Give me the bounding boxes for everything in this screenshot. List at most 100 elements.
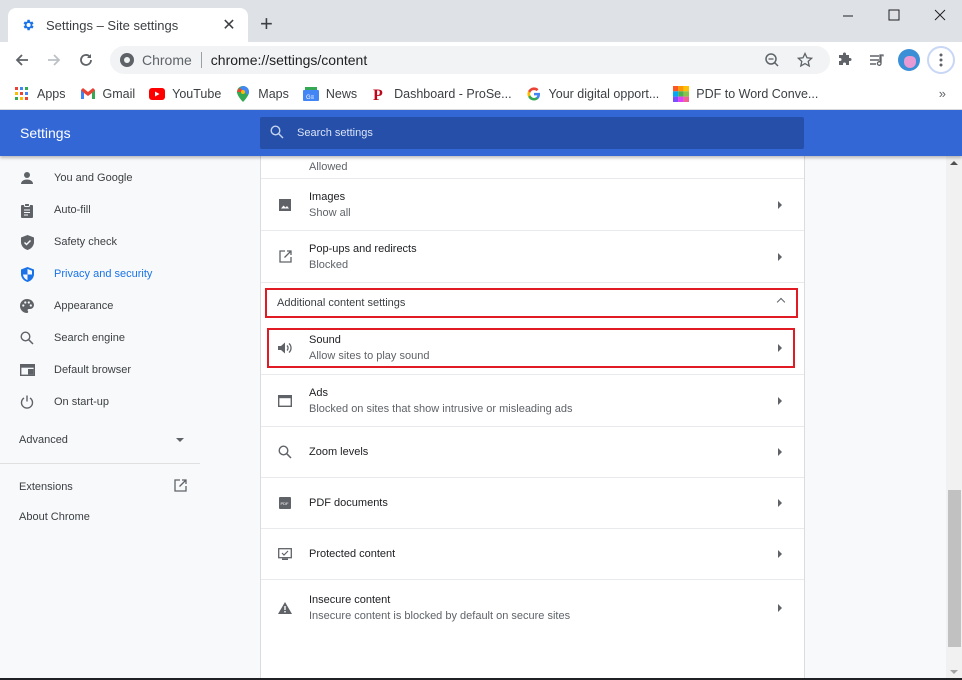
scrollbar-thumb[interactable] (948, 490, 961, 647)
row-text: Images Show all (309, 190, 351, 220)
new-tab-button[interactable]: + (260, 13, 273, 35)
sidebar-item-label: Search engine (54, 332, 125, 344)
sidebar-item-appearance[interactable]: Appearance (0, 290, 200, 322)
media-queue-icon[interactable] (867, 50, 887, 70)
sidebar-item-you-and-google[interactable]: You and Google (0, 162, 200, 194)
chrome-menu-button[interactable] (927, 46, 955, 74)
settings-row-popups[interactable]: Pop-ups and redirects Blocked (261, 230, 804, 282)
bookmark-news[interactable]: G≡ News (302, 86, 358, 102)
sidebar-item-search-engine[interactable]: Search engine (0, 322, 200, 354)
google-news-icon: G≡ (302, 86, 319, 102)
close-window-button[interactable] (917, 4, 962, 26)
row-text: Insecure content Insecure content is blo… (309, 593, 570, 623)
page-scrollbar[interactable] (946, 156, 962, 680)
row-subtitle: Blocked on sites that show intrusive or … (309, 402, 573, 415)
bookmark-apps[interactable]: Apps (14, 86, 66, 102)
open-external-icon (174, 479, 187, 495)
tab-title: Settings – Site settings (46, 17, 179, 33)
bookmark-youtube[interactable]: YouTube (149, 86, 221, 102)
arrow-right-icon (778, 396, 782, 405)
additional-content-settings-toggle[interactable]: Additional content settings (267, 289, 797, 317)
speaker-icon (277, 340, 293, 356)
omnibox-separator (200, 52, 202, 68)
sidebar-extensions-link[interactable]: Extensions (19, 479, 187, 495)
pdf-icon: PDF (277, 495, 293, 511)
zoom-out-icon[interactable] (762, 50, 782, 70)
reload-button[interactable] (76, 50, 96, 70)
bookmarks-overflow-button[interactable]: » (939, 86, 946, 101)
settings-row-images[interactable]: Images Show all (261, 178, 804, 230)
close-tab-icon[interactable]: ✕ (220, 15, 238, 35)
row-title: Insecure content (309, 593, 391, 606)
arrow-right-icon (778, 200, 782, 209)
profile-avatar[interactable] (898, 49, 920, 71)
settings-row-ads[interactable]: Ads Blocked on sites that show intrusive… (261, 374, 804, 426)
row-text: PDF documents (309, 496, 388, 510)
sidebar-item-label: Privacy and security (54, 268, 153, 280)
image-icon (277, 197, 293, 213)
bookmark-maps[interactable]: Maps (235, 85, 289, 102)
scroll-down-arrow-icon[interactable] (950, 670, 958, 674)
browser-tab[interactable]: Settings – Site settings ✕ (8, 8, 248, 42)
about-chrome-label: About Chrome (19, 511, 90, 523)
sidebar-advanced-toggle[interactable]: Advanced (19, 434, 184, 446)
scroll-up-arrow-icon[interactable] (950, 161, 958, 165)
site-label: Chrome (142, 52, 192, 68)
maximize-button[interactable] (871, 4, 917, 26)
search-settings-box[interactable] (260, 117, 804, 149)
sidebar-item-auto-fill[interactable]: Auto-fill (0, 194, 200, 226)
row-title: Sound (309, 334, 341, 346)
forward-button[interactable] (44, 50, 64, 70)
sidebar-item-privacy-and-security[interactable]: Privacy and security (0, 258, 200, 290)
bookmark-label: News (325, 86, 358, 101)
bookmark-gmail[interactable]: Gmail (80, 86, 135, 102)
bookmark-google[interactable]: Your digital opport... (526, 86, 659, 102)
bookmark-label: Maps (258, 86, 289, 101)
palette-icon (19, 298, 35, 314)
gmail-icon (80, 86, 96, 102)
bookmark-star-icon[interactable] (795, 50, 815, 70)
bookmark-label: Dashboard - ProSe... (394, 86, 512, 101)
search-settings-input[interactable] (297, 127, 777, 139)
browser-window-icon (19, 362, 35, 378)
url-text[interactable]: chrome://settings/content (211, 52, 367, 68)
settings-row-pdf-documents[interactable]: PDF PDF documents (261, 477, 804, 528)
sidebar-item-label: Safety check (54, 236, 117, 248)
row-title: Images (309, 190, 346, 203)
sidebar-item-safety-check[interactable]: Safety check (0, 226, 200, 258)
sidebar-item-on-start-up[interactable]: On start-up (0, 386, 200, 418)
sidebar-item-label: Appearance (54, 300, 114, 312)
colorful-grid-icon (673, 85, 690, 102)
advanced-label: Advanced (19, 434, 68, 446)
sidebar-item-default-browser[interactable]: Default browser (0, 354, 200, 386)
bookmark-label: YouTube (172, 86, 222, 101)
zoom-icon (277, 444, 293, 460)
google-g-icon (526, 86, 542, 102)
address-bar[interactable]: Chrome chrome://settings/content (110, 46, 830, 74)
row-text: Sound Allow sites to play sound (309, 333, 429, 363)
settings-title: Settings (20, 125, 71, 141)
sidebar-about-chrome-link[interactable]: About Chrome (19, 511, 187, 523)
bookmark-pdf-to-word[interactable]: PDF to Word Conve... (673, 85, 819, 102)
arrow-right-icon (778, 499, 782, 507)
section-title: Additional content settings (277, 297, 406, 309)
back-button[interactable] (12, 50, 32, 70)
settings-row-insecure-content[interactable]: Insecure content Insecure content is blo… (261, 579, 804, 635)
extensions-puzzle-icon[interactable] (835, 50, 855, 70)
chrome-site-icon (120, 53, 134, 67)
bookmarks-bar: Apps Gmail YouTube Maps G≡ News P Dashbo… (0, 78, 962, 110)
person-icon (19, 170, 35, 186)
settings-row-sound[interactable]: Sound Allow sites to play sound (261, 326, 804, 370)
settings-row-zoom-levels[interactable]: Zoom levels (261, 426, 804, 477)
row-subtitle: Insecure content is blocked by default o… (309, 609, 571, 622)
arrow-right-icon (778, 344, 782, 352)
maps-pin-icon (235, 85, 251, 102)
sidebar-divider (0, 463, 200, 464)
settings-row-protected-content[interactable]: Protected content (261, 528, 804, 579)
bookmark-label: PDF to Word Conve... (696, 86, 819, 101)
search-icon (270, 125, 286, 141)
chevron-up-icon (776, 297, 786, 307)
row-subtitle: Allow sites to play sound (309, 350, 430, 362)
bookmark-pinterest[interactable]: P Dashboard - ProSe... (371, 86, 511, 102)
minimize-button[interactable] (825, 4, 871, 26)
